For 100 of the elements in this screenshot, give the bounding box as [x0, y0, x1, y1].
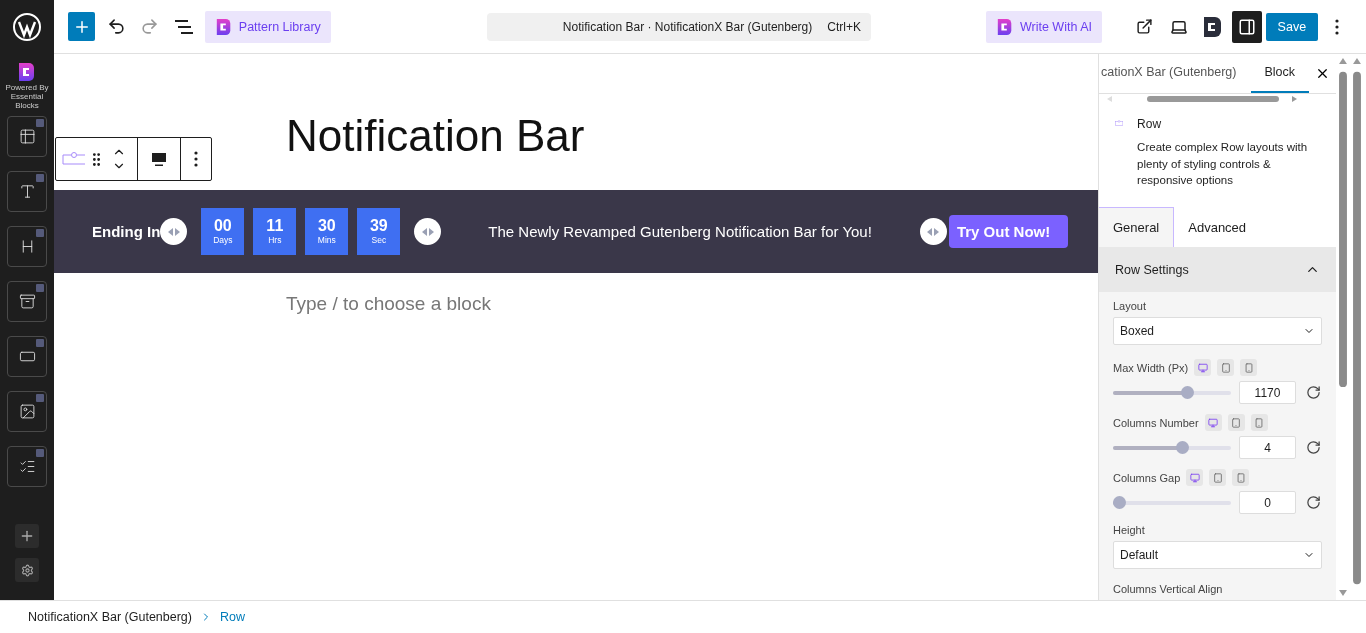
- arrows-icon: [927, 227, 940, 236]
- logo-icon: [214, 17, 233, 36]
- countdown-unit: Days: [213, 235, 233, 246]
- phone-toggle[interactable]: [1240, 359, 1258, 376]
- countdown-unit: Hrs: [268, 235, 282, 246]
- shortcut-hint: Ctrl+K: [827, 19, 861, 34]
- breadcrumb-link[interactable]: NotificationX Bar (Gutenberg): [28, 610, 192, 624]
- slider-thumb[interactable]: [1113, 496, 1126, 509]
- panel-icon: [1237, 17, 1256, 36]
- slider-thumb[interactable]: [1176, 441, 1189, 454]
- brand-caption: Powered By Essential Blocks: [4, 84, 50, 111]
- desktop-toggle[interactable]: [1194, 359, 1212, 376]
- add-block-button[interactable]: [68, 12, 96, 41]
- reset-icon: [1306, 495, 1321, 510]
- reset-icon: [1306, 385, 1321, 400]
- block-shortcut-button[interactable]: [7, 281, 47, 323]
- block-placeholder[interactable]: Type / to choose a block: [286, 293, 1098, 315]
- badge-icon: [36, 449, 44, 458]
- image-icon: [18, 403, 36, 421]
- field-label: Layout: [1113, 300, 1147, 312]
- desktop-toggle[interactable]: [1186, 469, 1204, 486]
- sidebar-tab[interactable]: Block: [1250, 54, 1310, 93]
- phone-icon: [1243, 362, 1254, 373]
- desktop-toggle[interactable]: [1204, 414, 1222, 431]
- badge-icon: [36, 229, 44, 238]
- reset-button[interactable]: [1306, 495, 1321, 510]
- field-label: Columns Gap: [1113, 471, 1181, 484]
- number-field[interactable]: 4: [1239, 436, 1296, 459]
- device-button[interactable]: [151, 151, 167, 167]
- logo-icon: [995, 17, 1014, 36]
- field-label: Columns Vertical Align: [1113, 583, 1223, 595]
- desktop-icon: [1197, 362, 1208, 373]
- resize-handle[interactable]: [414, 218, 442, 245]
- reset-button[interactable]: [1306, 385, 1321, 400]
- command-bar[interactable]: Notification Bar · NotificationX Bar (Gutenberg) Ctrl+K: [486, 12, 871, 41]
- tablet-icon: [1212, 472, 1223, 483]
- panel-tab[interactable]: General: [1099, 206, 1175, 247]
- resize-handle[interactable]: [160, 218, 188, 245]
- tablet-toggle[interactable]: [1227, 414, 1245, 431]
- phone-icon: [1254, 417, 1265, 428]
- add-button[interactable]: [15, 524, 39, 548]
- tablet-icon: [1231, 417, 1242, 428]
- block-description: Create complex Row layouts with plenty of styling controls & responsive options: [1137, 140, 1309, 189]
- tablet-toggle[interactable]: [1217, 359, 1235, 376]
- undo-icon: [106, 17, 126, 36]
- block-shortcut-button[interactable]: [7, 336, 47, 378]
- monitor-icon: [151, 151, 167, 167]
- arrows-icon: [167, 227, 180, 236]
- block-shortcut-button[interactable]: [7, 391, 47, 433]
- sidebar-toggle-button[interactable]: [1231, 10, 1262, 43]
- more-icon: [194, 151, 198, 167]
- slider-thumb[interactable]: [1181, 386, 1195, 399]
- list-icon: [173, 18, 194, 35]
- countdown-unit: Mins: [317, 235, 336, 246]
- countdown-value: 39: [369, 217, 388, 235]
- settings-icon: [20, 563, 34, 577]
- block-shortcut-button[interactable]: [7, 116, 47, 158]
- write-with-ai-button[interactable]: Write With AI: [985, 10, 1102, 43]
- scrollbar[interactable]: [1107, 94, 1297, 103]
- countdown-value: 11: [266, 217, 284, 235]
- logo-icon: [17, 62, 37, 82]
- breadcrumb-link[interactable]: Row: [219, 610, 245, 624]
- try-out-button[interactable]: Try Out Now!: [948, 215, 1069, 248]
- arrows-icon: [421, 227, 434, 236]
- section-header[interactable]: Row Settings: [1099, 247, 1336, 292]
- row-block-icon: [62, 152, 86, 166]
- phone-toggle[interactable]: [1232, 469, 1250, 486]
- phone-icon: [1235, 472, 1246, 483]
- countdown-unit: Sec: [371, 235, 387, 246]
- notification-message: The Newly Revamped Gutenberg Notification Bar for You!: [488, 223, 872, 240]
- select-field[interactable]: Boxed: [1113, 317, 1322, 345]
- reset-button[interactable]: [1306, 440, 1321, 455]
- save-button[interactable]: Save: [1265, 12, 1319, 41]
- more-options-button[interactable]: [194, 151, 198, 167]
- desktop-icon: [1208, 417, 1219, 428]
- text-icon: [18, 183, 36, 201]
- table-icon: [18, 128, 36, 146]
- block-name: Row: [1137, 117, 1163, 132]
- desktop-icon: [1189, 472, 1200, 483]
- tablet-toggle[interactable]: [1209, 469, 1227, 486]
- phone-toggle[interactable]: [1250, 414, 1268, 431]
- number-field[interactable]: 0: [1239, 491, 1296, 514]
- tablet-icon: [1220, 362, 1231, 373]
- scrollbar[interactable]: [1338, 58, 1348, 596]
- sidebar-tab[interactable]: cationX Bar (Gutenberg): [1099, 54, 1251, 93]
- resize-handle[interactable]: [919, 218, 947, 245]
- select-field[interactable]: Default: [1113, 541, 1322, 569]
- archive-icon: [18, 293, 36, 311]
- field-label: Height: [1113, 524, 1145, 536]
- more-icon: [1335, 18, 1340, 35]
- countdown-label: Ending In: [92, 223, 161, 240]
- external-link-icon: [1136, 18, 1154, 35]
- settings-button[interactable]: [15, 558, 39, 582]
- countdown-value: 30: [317, 217, 336, 235]
- number-field[interactable]: 1170: [1239, 381, 1296, 404]
- plus-icon: [19, 528, 35, 544]
- logo-icon: [1202, 15, 1223, 38]
- reset-icon: [1306, 440, 1321, 455]
- badge-icon: [36, 394, 44, 403]
- pattern-library-button[interactable]: Pattern Library: [204, 10, 331, 43]
